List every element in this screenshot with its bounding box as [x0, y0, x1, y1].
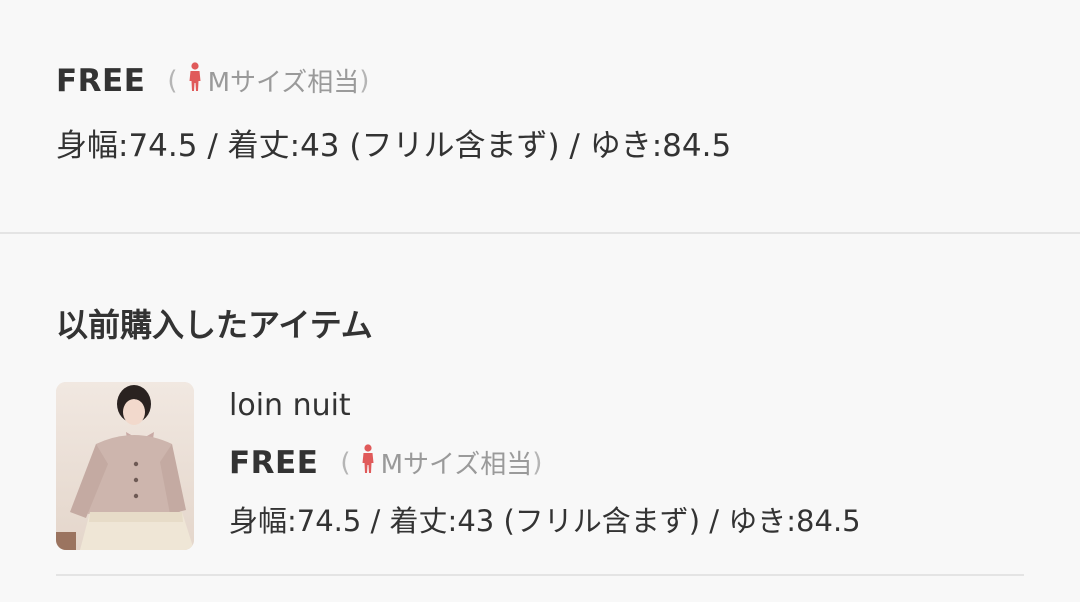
item-measurements: 身幅:74.5 / 着丈:43 (フリル含まず) / ゆき:84.5 [229, 504, 861, 538]
section-divider [0, 232, 1080, 234]
size-line: FREE ( Mサイズ相当 ) [56, 62, 369, 99]
hint-text: Mサイズ相当 [207, 68, 360, 98]
item-hint-open-paren: ( [340, 447, 351, 478]
size-measurements: 身幅:74.5 / 着丈:43 (フリル含まず) / ゆき:84.5 [56, 128, 732, 164]
item-brand: loin nuit [229, 388, 351, 423]
item-size-name: FREE [229, 444, 319, 481]
person-icon [188, 62, 202, 99]
purchased-item[interactable]: loin nuit FREE ( Mサイズ相当 ) 身幅:74.5 / 着丈:4… [56, 382, 1026, 550]
item-hint-text: Mサイズ相当 [380, 450, 533, 480]
item-divider [56, 574, 1024, 576]
hint-open-paren: ( [167, 65, 178, 96]
product-thumbnail[interactable] [56, 382, 194, 550]
hint-close-paren: ) [359, 65, 370, 96]
purchased-section-title: 以前購入したアイテム [56, 306, 373, 344]
item-hint-close-paren: ) [532, 447, 543, 478]
item-size-line: FREE ( Mサイズ相当 ) [229, 444, 542, 481]
person-icon [361, 444, 375, 481]
size-name: FREE [56, 62, 146, 99]
item-size-hint: ( Mサイズ相当 ) [340, 444, 542, 481]
current-size-section: FREE ( Mサイズ相当 ) 身幅:74.5 / 着丈:43 (フリル含まず)… [0, 0, 1080, 232]
size-hint: ( Mサイズ相当 ) [167, 62, 369, 99]
